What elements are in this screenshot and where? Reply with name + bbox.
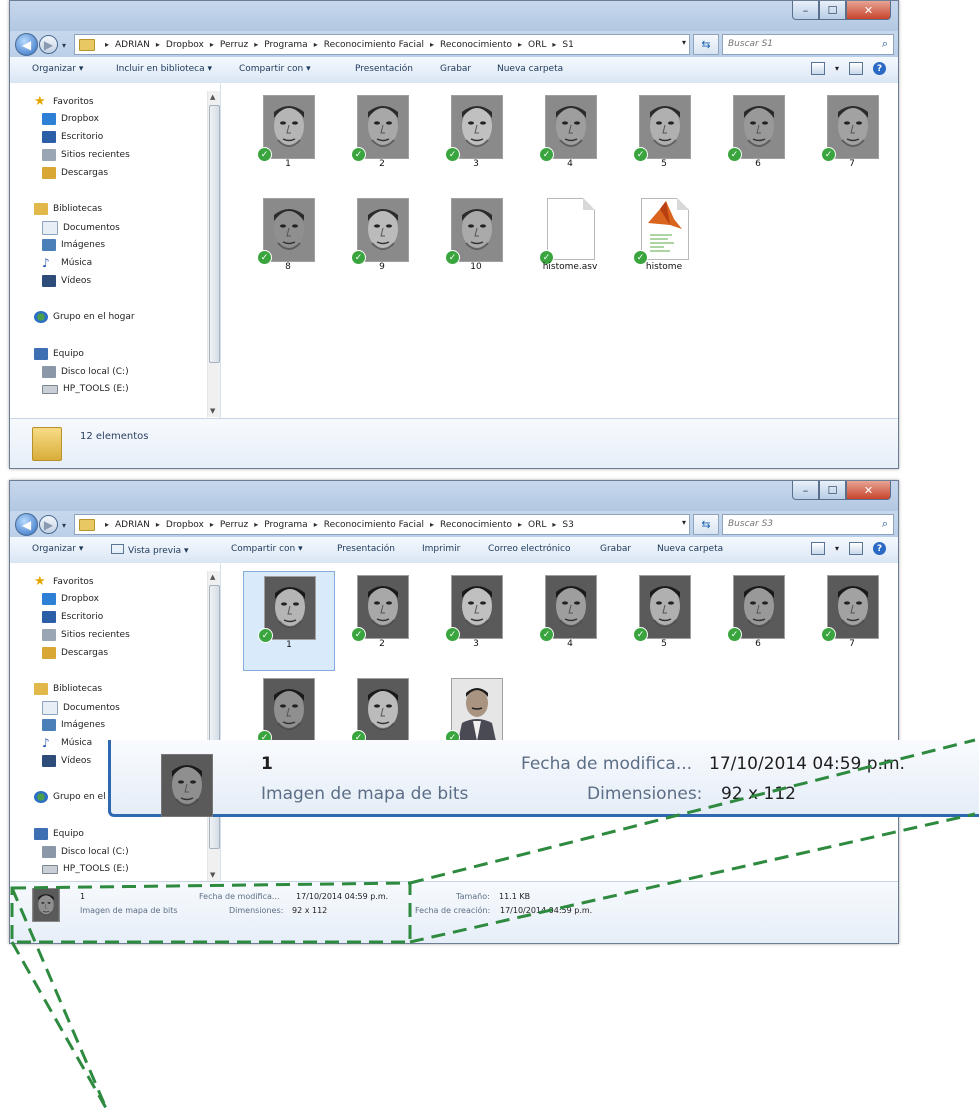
zoom-highlight-overlay — [10, 738, 976, 1109]
zoom-line-bottom — [10, 941, 108, 1109]
zoom-line-left — [10, 887, 108, 1109]
zoom-line-top — [409, 738, 976, 885]
zoom-line-right — [409, 812, 976, 944]
highlight-box — [10, 881, 412, 944]
